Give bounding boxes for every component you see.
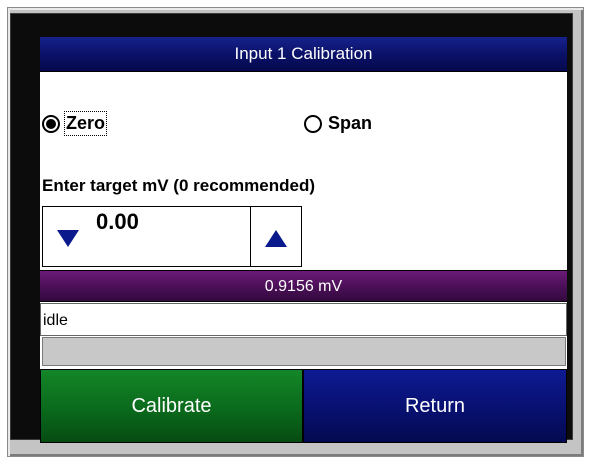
- page-title: Input 1 Calibration: [40, 37, 567, 72]
- up-triangle-icon: [265, 230, 287, 247]
- down-triangle-icon: [57, 230, 79, 247]
- zero-radio-label: Zero: [63, 111, 108, 136]
- mv-reading: 0.9156 mV: [40, 270, 567, 302]
- calibrate-button[interactable]: Calibrate: [40, 369, 303, 443]
- increment-button[interactable]: [250, 206, 302, 267]
- zero-radio-icon: [42, 114, 60, 133]
- progress-bar: [42, 337, 566, 366]
- target-mv-label: Enter target mV (0 recommended): [42, 176, 316, 195]
- decrement-button[interactable]: [42, 206, 95, 267]
- span-radio-icon: [304, 114, 322, 133]
- span-radio[interactable]: Span: [304, 113, 372, 134]
- status-text: idle: [40, 303, 567, 336]
- zero-radio[interactable]: Zero: [42, 111, 108, 136]
- return-button[interactable]: Return: [303, 369, 567, 443]
- span-radio-label: Span: [328, 113, 373, 133]
- target-mv-field[interactable]: 0.00: [94, 206, 250, 267]
